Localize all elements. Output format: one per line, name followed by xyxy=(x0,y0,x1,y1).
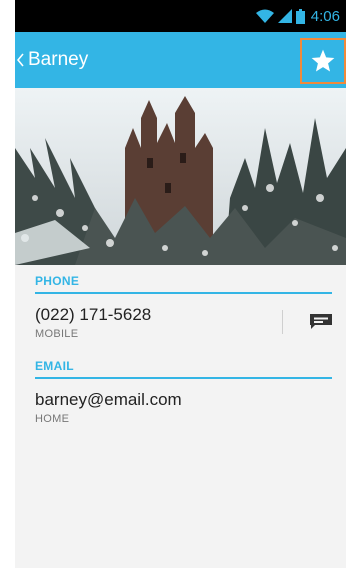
email-section-header: EMAIL xyxy=(35,350,332,379)
battery-icon xyxy=(295,8,305,24)
up-button[interactable] xyxy=(17,32,25,88)
status-bar: 4:06 xyxy=(15,0,346,32)
contact-photo xyxy=(15,88,346,265)
send-message-button[interactable] xyxy=(282,306,332,336)
device-screen: 4:06 Barney PHONE (022) 171-5628 MOBILE … xyxy=(15,0,346,568)
row-divider xyxy=(282,310,283,334)
message-icon xyxy=(310,313,332,329)
contact-name-title[interactable]: Barney xyxy=(28,49,88,71)
email-type: HOME xyxy=(35,413,70,425)
wifi-icon xyxy=(255,9,274,23)
phone-section-header: PHONE xyxy=(35,265,332,294)
signal-icon xyxy=(277,9,292,23)
contact-details: PHONE (022) 171-5628 MOBILE EMAIL barney… xyxy=(15,265,346,435)
chevron-left-icon xyxy=(17,53,24,67)
status-time: 4:06 xyxy=(310,7,340,25)
status-icons: 4:06 xyxy=(255,0,340,32)
favorite-star-button[interactable] xyxy=(300,38,346,84)
email-row[interactable]: barney@email.com HOME xyxy=(35,379,332,435)
castle-winter-photo xyxy=(15,88,346,265)
phone-row[interactable]: (022) 171-5628 MOBILE xyxy=(35,294,332,350)
email-address[interactable]: barney@email.com xyxy=(35,389,332,410)
action-bar: Barney xyxy=(15,32,346,88)
star-icon xyxy=(311,49,335,72)
